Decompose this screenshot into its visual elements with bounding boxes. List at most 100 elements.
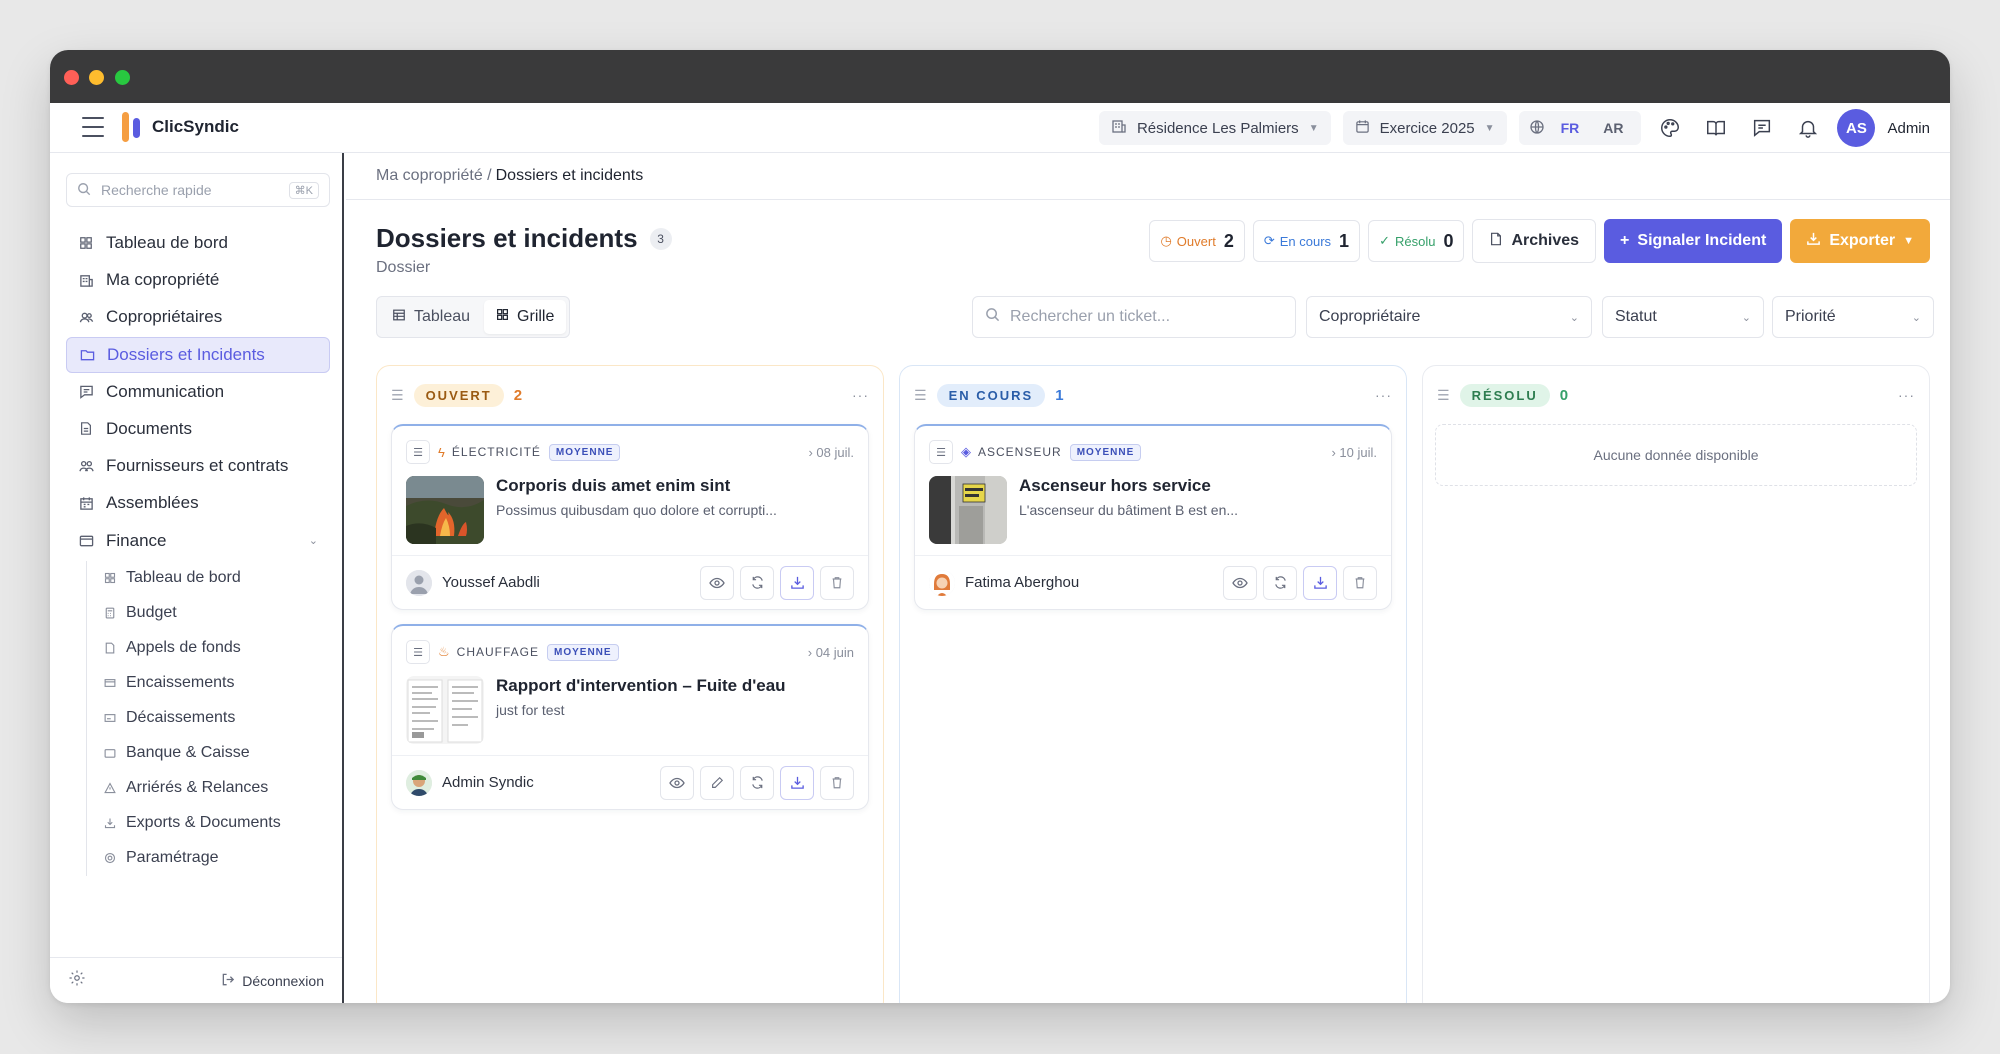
ticket-card[interactable]: ☰ ◈ ASCENSEUR MOYENNE › 10 juil. Ascense… — [914, 424, 1392, 610]
sidebar-subitem-exports[interactable]: Exports & Documents — [97, 806, 330, 841]
report-incident-button[interactable]: + Signaler Incident — [1604, 219, 1783, 263]
sidebar-subitem-appels[interactable]: Appels de fonds — [97, 631, 330, 666]
check-circle-icon: ✓ — [1379, 233, 1390, 248]
view-icon[interactable] — [660, 765, 694, 800]
stat-in-progress[interactable]: ⟳ En cours 1 — [1252, 220, 1361, 262]
view-icon[interactable] — [700, 565, 734, 600]
logout-button[interactable]: Déconnexion — [221, 972, 324, 990]
page-header: Dossiers et incidents 3 — [376, 223, 672, 254]
sidebar-item-copropriete[interactable]: Ma copropriété — [66, 262, 330, 298]
priority-badge: MOYENNE — [1069, 443, 1142, 461]
edit-icon[interactable] — [700, 765, 734, 800]
residence-selector[interactable]: Résidence Les Palmiers ▼ — [1098, 111, 1331, 145]
page-title: Dossiers et incidents — [376, 223, 638, 253]
breadcrumb-parent[interactable]: Ma copropriété / — [376, 167, 492, 185]
sidebar-item-finance[interactable]: Finance ⌄ — [66, 523, 330, 559]
breadcrumb: Ma copropriété / Dossiers et incidents — [346, 153, 1950, 200]
drag-handle-icon[interactable]: ☰ — [914, 387, 927, 404]
more-options-icon[interactable]: ··· — [1375, 387, 1392, 403]
stat-resolved[interactable]: ✓ Résolu 0 — [1368, 220, 1465, 262]
app-logo[interactable]: ClicSyndic — [122, 112, 239, 142]
sidebar-subitem-decaissements[interactable]: Décaissements — [97, 701, 330, 736]
sidebar-item-dashboard[interactable]: Tableau de bord — [66, 225, 330, 261]
ticket-search-input[interactable]: Rechercher un ticket... — [972, 296, 1296, 338]
owner-filter-label: Copropriétaire — [1319, 308, 1421, 325]
lang-ar-button[interactable]: AR — [1595, 116, 1631, 140]
calculator-icon — [103, 607, 116, 620]
search-icon — [77, 182, 91, 199]
stat-open[interactable]: ◷ Ouvert 2 — [1149, 220, 1245, 262]
refresh-icon[interactable] — [740, 565, 774, 600]
archives-label: Archives — [1511, 232, 1580, 249]
card-footer: Admin Syndic — [392, 755, 868, 809]
view-icon[interactable] — [1223, 565, 1257, 600]
download-icon — [1806, 231, 1821, 251]
status-filter[interactable]: Statut ⌄ — [1602, 296, 1764, 338]
finance-subnav: Tableau de bord Budget Appels de fonds E… — [86, 560, 330, 876]
logout-icon — [221, 972, 236, 990]
bell-icon[interactable] — [1791, 111, 1825, 145]
gear-icon[interactable] — [68, 969, 86, 992]
sidebar-subitem-arrieres[interactable]: Arriérés & Relances — [97, 771, 330, 806]
trash-icon[interactable] — [1343, 565, 1377, 600]
sidebar-item-documents[interactable]: Documents — [66, 411, 330, 447]
sidebar-subitem-budget[interactable]: Budget — [97, 596, 330, 631]
ticket-card[interactable]: ☰ ♨ CHAUFFAGE MOYENNE › 04 juin Rapport … — [391, 624, 869, 810]
trash-icon[interactable] — [820, 765, 854, 800]
stat-resolved-count: 0 — [1443, 230, 1454, 251]
chevron-down-icon: ⌄ — [1569, 311, 1579, 324]
more-options-icon[interactable]: ··· — [1898, 387, 1915, 403]
drag-handle-icon[interactable]: ☰ — [391, 387, 404, 404]
sidebar-item-assemblees[interactable]: Assemblées — [66, 485, 330, 521]
card-menu-icon[interactable]: ☰ — [406, 440, 430, 464]
card-thumbnail-document — [406, 676, 484, 744]
minimize-window-button[interactable] — [89, 70, 104, 85]
sidebar-subitem-dashboard[interactable]: Tableau de bord — [97, 561, 330, 596]
palette-icon[interactable] — [1653, 111, 1687, 145]
user-avatar[interactable]: AS — [1837, 109, 1876, 147]
card-menu-icon[interactable]: ☰ — [929, 440, 953, 464]
card-description: Possimus quibusdam quo dolore et corrupt… — [496, 502, 777, 518]
drag-handle-icon[interactable]: ☰ — [1437, 387, 1450, 404]
archives-button[interactable]: Archives — [1472, 219, 1597, 263]
view-grid-button[interactable]: Grille — [484, 300, 567, 334]
sidebar-item-communication[interactable]: Communication — [66, 374, 330, 410]
refresh-icon[interactable] — [740, 765, 774, 800]
maximize-window-button[interactable] — [115, 70, 130, 85]
export-button[interactable]: Exporter ▼ — [1790, 219, 1930, 263]
card-menu-icon[interactable]: ☰ — [406, 640, 430, 664]
lang-fr-button[interactable]: FR — [1553, 116, 1588, 140]
card-footer: Youssef Aabdli — [392, 555, 868, 609]
owner-filter[interactable]: Copropriétaire ⌄ — [1306, 296, 1592, 338]
sidebar-item-coproprietaires[interactable]: Copropriétaires — [66, 299, 330, 335]
download-icon[interactable] — [780, 765, 814, 800]
sidebar-subitem-banque[interactable]: Banque & Caisse — [97, 736, 330, 771]
book-icon[interactable] — [1699, 111, 1733, 145]
sidebar-item-dossiers[interactable]: Dossiers et Incidents — [66, 336, 330, 373]
close-window-button[interactable] — [64, 70, 79, 85]
wallet-icon — [103, 747, 116, 760]
sidebar-item-fournisseurs[interactable]: Fournisseurs et contrats — [66, 448, 330, 484]
sidebar-subitem-encaissements[interactable]: Encaissements — [97, 666, 330, 701]
download-icon[interactable] — [1303, 565, 1337, 600]
sidebar-item-label: Copropriétaires — [106, 307, 223, 327]
user-label[interactable]: Admin — [1887, 120, 1930, 137]
sidebar-search[interactable]: Recherche rapide ⌘K — [66, 173, 330, 207]
menu-toggle-icon[interactable] — [82, 117, 104, 137]
table-icon — [392, 308, 406, 327]
calendar-icon — [78, 495, 94, 511]
window-titlebar — [50, 50, 1950, 103]
sidebar-item-label: Documents — [106, 418, 192, 438]
trash-icon[interactable] — [820, 565, 854, 600]
ticket-card[interactable]: ☰ ϟ ÉLECTRICITÉ MOYENNE › 08 juil. Corpo… — [391, 424, 869, 610]
more-options-icon[interactable]: ··· — [852, 387, 869, 403]
card-description: L'ascenseur du bâtiment B est en... — [1019, 502, 1239, 518]
refresh-icon[interactable] — [1263, 565, 1297, 600]
download-icon[interactable] — [780, 565, 814, 600]
exercice-selector[interactable]: Exercice 2025 ▼ — [1342, 111, 1507, 145]
priority-badge: MOYENNE — [547, 643, 619, 661]
priority-filter[interactable]: Priorité ⌄ — [1772, 296, 1934, 338]
sidebar-subitem-parametrage[interactable]: Paramétrage — [97, 841, 330, 876]
view-table-button[interactable]: Tableau — [380, 300, 482, 334]
chat-icon[interactable] — [1745, 111, 1779, 145]
